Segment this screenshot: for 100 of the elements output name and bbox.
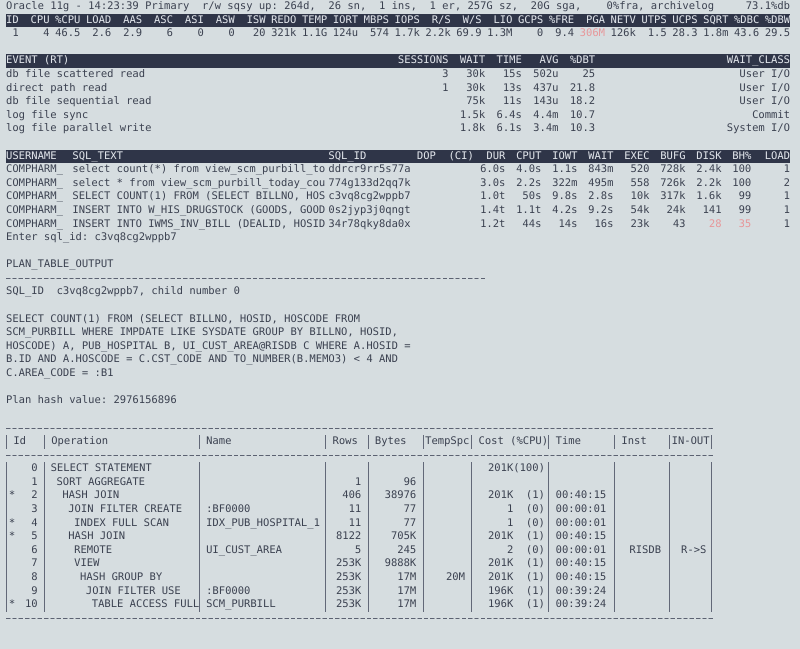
table-cell-text: 54k [630, 204, 650, 218]
column-header: MBPS [362, 14, 389, 28]
table-cell-text: 29.5 [764, 27, 790, 41]
table-cell: SELECT STATEMENT [50, 462, 152, 476]
table-cell: 9888K [384, 557, 416, 571]
table-cell: 406 [342, 489, 362, 503]
column-header: Inst [614, 435, 670, 449]
table-cell-text: 10k [630, 190, 650, 204]
table-cell: 8122 [336, 530, 362, 544]
predicate-marker: * [8, 516, 16, 530]
table-cell-text: 558 [630, 176, 650, 190]
plan-hash-text: Plan hash value: 2976156896 [6, 394, 177, 408]
table-cell-text: 0s2jyp3j0qngt [328, 204, 412, 218]
table-cell-text: 69.9 [455, 27, 482, 41]
table-cell-text: 30k [465, 82, 486, 96]
table-cell: 17M [397, 584, 416, 598]
table-cell-text: 1 [506, 502, 514, 517]
table-cell-text: 1.1G [300, 27, 328, 41]
column-header: TIME [496, 54, 522, 68]
table-cell: INDEX FULL SCAN [74, 516, 169, 530]
table-cell-text: (1) [524, 598, 545, 612]
table-cell: HASH GROUP BY [80, 570, 162, 585]
table-cell: 5 [354, 544, 362, 558]
column-header: TempSpc [422, 435, 472, 449]
table-cell-text: 6.1s [496, 122, 522, 136]
table-cell-text: 1.0t [479, 190, 506, 204]
column-header: ID [6, 14, 19, 28]
column-header: %DBC [732, 14, 760, 28]
table-cell-text: 0 [536, 27, 544, 41]
table-cell-text: 99 [738, 204, 752, 218]
table-cell-text: Commit [751, 108, 790, 122]
table-cell: TABLE ACCESS FULL [92, 598, 200, 612]
column-header: %DBT [568, 54, 596, 68]
table-cell: IDX_PUB_HOSPITAL_1 [206, 516, 320, 530]
table-cell: 253K [336, 570, 362, 585]
column-header: WAIT_CLASS [726, 54, 790, 68]
table-cell: HASH JOIN [68, 530, 126, 544]
table-cell-text: 35 [738, 218, 752, 232]
table-cell-text: 4 [42, 27, 50, 41]
column-header: AAS [122, 14, 142, 28]
table-cell-text: 20 [252, 27, 266, 41]
table-cell-text: select * from view_scm_purbill_today_cou [72, 176, 326, 190]
table-cell: UI_CUST_AREA [206, 544, 282, 558]
sql-text-line: B.ID AND A.HOSCODE = C.CST_CODE AND TO_NUMBER(B.MEMO3) < 4 AND [6, 353, 398, 368]
table-cell-text: 9.8s [551, 190, 578, 204]
table-cell-text: 1 [782, 204, 790, 218]
status-text: Oracle 11g - 14:23:39 Primary r/w sqsy up: 264d, 26 sn, 1 ins, 1 er, 257G sz, 20G sga, 0%fra, archivelog [6, 0, 714, 14]
table-cell-text: COMPHARM_ [6, 176, 64, 190]
table-cell: (100) [513, 462, 545, 476]
table-cell-text: 1.4t [479, 204, 506, 218]
table-cell: 38976 [384, 489, 416, 503]
column-header: USERNAME [6, 150, 58, 164]
table-cell-text: 495m [587, 176, 614, 190]
table-cell: 17M [397, 570, 416, 585]
table-cell-text: (1) [524, 570, 545, 585]
table-cell-text: 6 [166, 27, 173, 41]
table-cell-text: 1.1s [551, 163, 578, 177]
table-cell: 245 [397, 544, 416, 558]
table-cell-text: 10.3 [568, 122, 596, 136]
column-header: ASW [214, 14, 235, 28]
table-cell-text: 726k [659, 176, 686, 190]
table-cell: 11 [348, 502, 362, 517]
column-header: CPUT [515, 150, 542, 164]
table-cell-text: COMPHARM_ [6, 190, 64, 204]
table-cell-text: 201K [486, 557, 514, 571]
column-header: REDO [270, 14, 296, 28]
table-cell: 20M [446, 570, 465, 585]
table-cell-text: 75k [465, 95, 486, 109]
sql-id-text: SQL_ID c3vq8cg2wppb7, child number 0 [6, 285, 240, 300]
table-cell: 00:00:01 [556, 544, 606, 558]
table-cell: 1 [31, 476, 38, 490]
column-header: GCPS [516, 14, 544, 28]
table-cell-text: 3 [441, 68, 448, 82]
table-cell-text: INSERT INTO IWMS_INV_BILL (DEALID, HOSID [72, 218, 326, 232]
table-cell-text: 306M [578, 27, 605, 41]
table-cell-text: 3.4m [532, 122, 558, 136]
table-cell: 00:39:24 [556, 584, 606, 598]
table-cell-text: 2.2s [515, 176, 542, 190]
table-cell-text: 126k [610, 27, 636, 41]
table-cell-text: log file sync [6, 108, 90, 122]
sql-text-line: HOSCODE) A, PUB_HOSPITAL B, UI_CUST_AREA@RISDB C WHERE A.HOSID = [6, 340, 411, 354]
column-header: IOWT [551, 150, 578, 164]
sql-text-line: C.AREA_CODE = :B1 [6, 367, 114, 381]
output-heading: PLAN_TABLE_OUTPUT [6, 258, 114, 272]
table-cell: 00:40:15 [556, 557, 606, 571]
table-cell: 00:39:24 [556, 598, 606, 612]
table-cell-text: 43.6 [732, 27, 760, 41]
table-cell: 8 [31, 570, 38, 585]
column-header: Cost (%CPU) [471, 435, 548, 449]
table-cell-text: 28 [708, 218, 722, 232]
table-cell-text: 843m [587, 163, 614, 177]
table-cell: JOIN FILTER CREATE [68, 502, 182, 517]
table-cell: SCM_PURBILL [206, 598, 276, 612]
table-cell-text: 574 [368, 27, 389, 41]
table-cell: 7 [31, 557, 38, 571]
table-cell-text: 196K [486, 598, 514, 612]
table-cell: 253K [336, 557, 362, 571]
table-cell-text: 1.6k [695, 190, 722, 204]
table-cell-text: 141 [702, 204, 722, 218]
table-cell-text: log file parallel write [6, 122, 152, 136]
